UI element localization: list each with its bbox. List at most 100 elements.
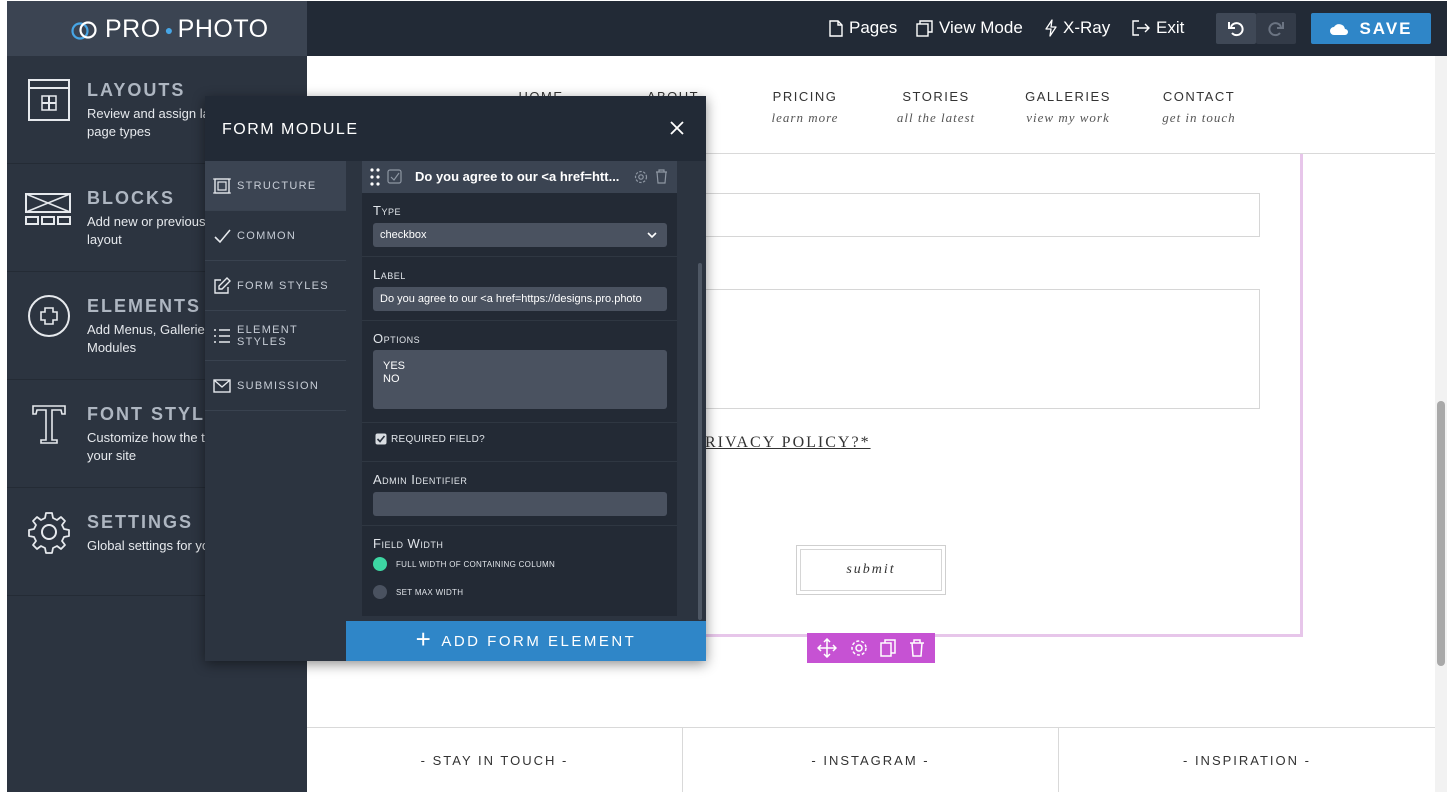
tab-submission[interactable]: SUBMISSION bbox=[205, 361, 346, 411]
type-section: Type checkbox bbox=[362, 193, 677, 257]
undo-icon bbox=[1228, 21, 1244, 36]
sidebar-item-title: ELEMENTS bbox=[87, 296, 202, 316]
nav-sublabel: learn more bbox=[771, 110, 839, 125]
pages-label: Pages bbox=[849, 18, 898, 37]
nav-item-stories[interactable]: STORIES all the latest bbox=[866, 89, 1006, 126]
tab-common[interactable]: COMMON bbox=[205, 211, 346, 261]
logo-text-right: PHOTO bbox=[177, 15, 269, 43]
submit-button-inner-border bbox=[800, 549, 942, 591]
admin-identifier-section: Admin Identifier bbox=[362, 462, 677, 526]
panel-title: FORM MODULE bbox=[222, 121, 359, 138]
nav-label: CONTACT bbox=[1162, 89, 1236, 104]
element-trash-icon[interactable] bbox=[655, 169, 668, 184]
footer-col-instagram: - INSTAGRAM - bbox=[683, 728, 1059, 792]
type-select[interactable]: checkbox bbox=[373, 223, 667, 247]
redo-button[interactable] bbox=[1256, 13, 1296, 44]
add-form-element-button[interactable]: + ADD FORM ELEMENT bbox=[346, 621, 706, 661]
xray-link[interactable]: X-Ray bbox=[1045, 18, 1110, 38]
radio-max-width-label: SET MAX WIDTH bbox=[396, 587, 464, 597]
options-textarea[interactable]: YES NO bbox=[373, 350, 667, 409]
list-icon bbox=[214, 328, 230, 343]
tab-structure[interactable]: STRUCTURE bbox=[205, 161, 346, 211]
tab-label: SUBMISSION bbox=[237, 379, 320, 392]
radio-full-width-dot[interactable] bbox=[373, 557, 387, 571]
app-window: PRO ● PHOTO Pages View Mode X-Ray Exit S… bbox=[7, 1, 1447, 792]
sidebar-item-title: SETTINGS bbox=[87, 512, 194, 532]
label-input[interactable]: Do you agree to our <a href=https://desi… bbox=[373, 287, 667, 311]
required-checkbox-row[interactable]: REQUIRED FIELD? bbox=[375, 433, 485, 445]
panel-tabs: STRUCTURE COMMON FORM STYLES ELEMENT STY… bbox=[205, 161, 346, 661]
type-label: Type bbox=[373, 203, 401, 218]
check-icon bbox=[214, 228, 231, 243]
form-text-input[interactable] bbox=[697, 193, 1260, 237]
page-icon bbox=[829, 19, 843, 37]
options-label: Options bbox=[373, 331, 421, 346]
form-element-header[interactable]: Do you agree to our <a href=htt... bbox=[362, 161, 677, 193]
nav-sublabel: all the latest bbox=[896, 110, 976, 125]
nav-label: PRICING bbox=[772, 89, 838, 104]
trash-icon[interactable] bbox=[909, 639, 925, 657]
pages-link[interactable]: Pages bbox=[829, 18, 897, 38]
layout-icon bbox=[28, 79, 70, 121]
undo-button[interactable] bbox=[1216, 13, 1256, 44]
duplicate-icon[interactable] bbox=[880, 639, 896, 657]
exit-label: Exit bbox=[1156, 18, 1185, 37]
nav-item-pricing[interactable]: PRICING learn more bbox=[735, 89, 875, 126]
move-icon[interactable] bbox=[817, 638, 838, 658]
view-mode-icon bbox=[916, 19, 933, 37]
blocks-icon bbox=[25, 193, 71, 225]
lightning-icon bbox=[1045, 19, 1057, 37]
page-scrollbar-thumb[interactable] bbox=[1437, 401, 1445, 666]
top-bar: PRO ● PHOTO Pages View Mode X-Ray Exit S… bbox=[7, 1, 1447, 56]
exit-icon bbox=[1132, 20, 1150, 36]
checkbox-type-icon bbox=[387, 169, 402, 184]
tab-element-styles[interactable]: ELEMENT STYLES bbox=[205, 311, 346, 361]
options-section: Options YES NO bbox=[362, 321, 677, 423]
radio-max-width[interactable]: SET MAX WIDTH bbox=[373, 585, 463, 599]
panel-scrollbar[interactable] bbox=[698, 263, 702, 620]
submit-button[interactable]: submit bbox=[796, 545, 946, 595]
settings-icon[interactable] bbox=[850, 639, 868, 657]
prophoto-logo[interactable]: PRO ● PHOTO bbox=[69, 15, 269, 44]
field-width-section: Field Width FULL WIDTH OF CONTAINING COL… bbox=[362, 526, 677, 611]
block-toolbar bbox=[807, 633, 935, 663]
type-select-value: checkbox bbox=[380, 229, 427, 241]
plus-icon: + bbox=[415, 624, 434, 654]
tab-label: ELEMENT STYLES bbox=[237, 323, 298, 348]
page-scrollbar[interactable] bbox=[1435, 56, 1447, 792]
font-icon bbox=[32, 405, 66, 444]
admin-identifier-input[interactable] bbox=[373, 492, 667, 516]
tab-form-styles[interactable]: FORM STYLES bbox=[205, 261, 346, 311]
nav-sublabel: get in touch bbox=[1162, 110, 1236, 125]
form-element-editor: Do you agree to our <a href=htt... Type … bbox=[362, 161, 677, 616]
element-settings-icon[interactable] bbox=[634, 170, 648, 184]
view-mode-link[interactable]: View Mode bbox=[916, 18, 1023, 38]
view-mode-label: View Mode bbox=[939, 18, 1023, 37]
required-checkbox[interactable] bbox=[375, 433, 387, 445]
tab-label: STRUCTURE bbox=[237, 179, 317, 192]
required-label: REQUIRED FIELD? bbox=[391, 433, 485, 445]
logo-dot: ● bbox=[164, 21, 174, 38]
nav-item-contact[interactable]: CONTACT get in touch bbox=[1129, 89, 1269, 126]
site-footer: - STAY IN TOUCH - - INSTAGRAM - - INSPIR… bbox=[307, 727, 1435, 792]
chevron-down-icon bbox=[647, 232, 657, 239]
label-label: Label bbox=[373, 267, 406, 282]
footer-col-stay-in-touch: - STAY IN TOUCH - bbox=[307, 728, 683, 792]
privacy-policy-link[interactable]: RIVACY POLICY?* bbox=[705, 434, 871, 452]
radio-full-width[interactable]: FULL WIDTH OF CONTAINING COLUMN bbox=[373, 557, 555, 571]
footer-col-inspiration: - INSPIRATION - bbox=[1183, 753, 1311, 768]
redo-icon bbox=[1268, 21, 1284, 36]
radio-max-width-dot[interactable] bbox=[373, 585, 387, 599]
logo-text-left: PRO bbox=[105, 15, 161, 43]
save-button[interactable]: SAVE bbox=[1311, 13, 1431, 44]
drag-handle-icon[interactable] bbox=[370, 168, 380, 186]
nav-label: GALLERIES bbox=[1025, 89, 1111, 104]
form-textarea[interactable] bbox=[697, 289, 1260, 409]
nav-item-galleries[interactable]: GALLERIES view my work bbox=[998, 89, 1138, 126]
sidebar-item-title: BLOCKS bbox=[87, 188, 175, 208]
radio-full-width-label: FULL WIDTH OF CONTAINING COLUMN bbox=[396, 559, 556, 569]
admin-identifier-label: Admin Identifier bbox=[373, 472, 468, 487]
close-icon[interactable] bbox=[667, 118, 687, 138]
exit-link[interactable]: Exit bbox=[1132, 18, 1184, 38]
form-element-title: Do you agree to our <a href=htt... bbox=[415, 169, 620, 184]
